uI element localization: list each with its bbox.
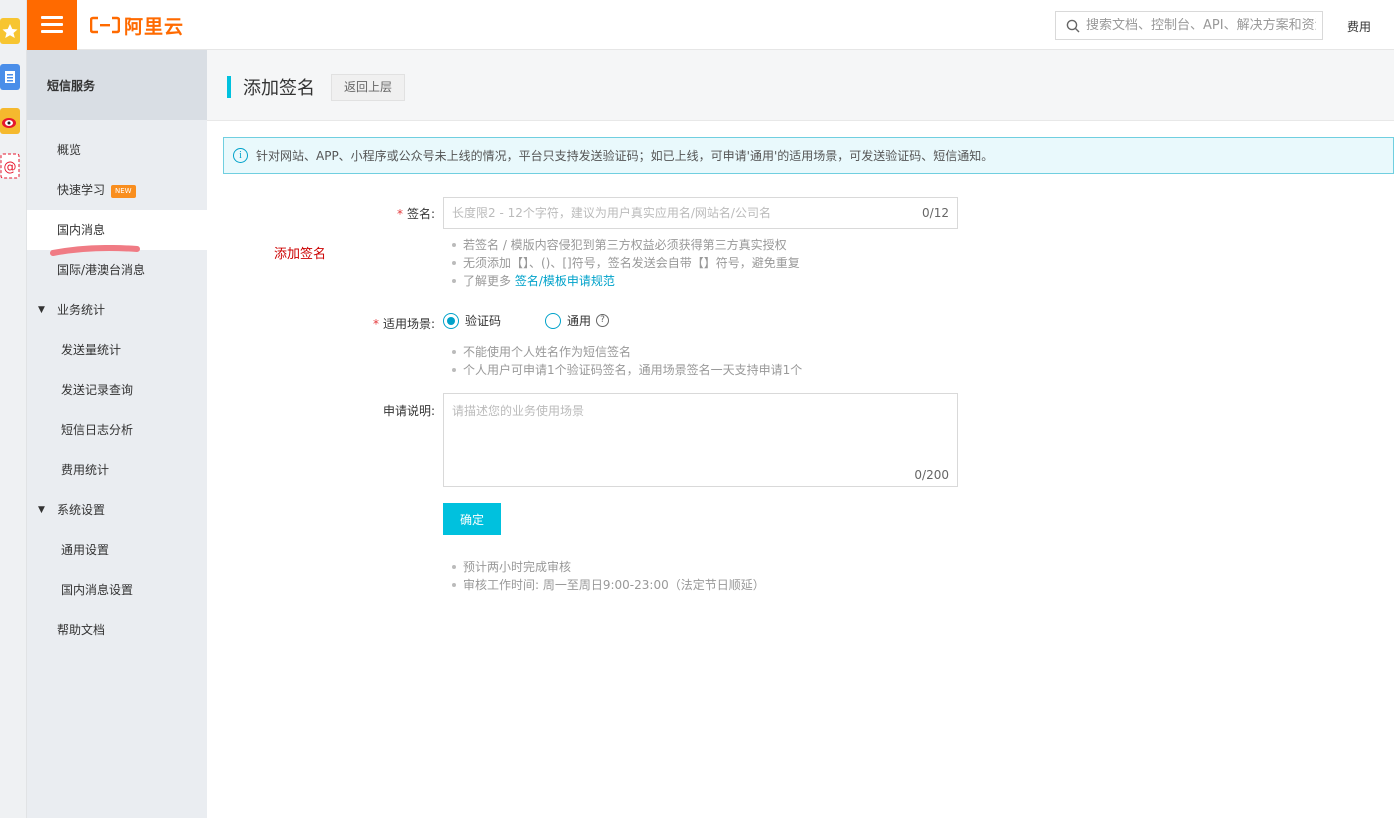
sidebar-item-help-docs[interactable]: 帮助文档	[27, 610, 207, 650]
weibo-icon[interactable]	[0, 108, 20, 134]
sidebar-item-domestic-messages[interactable]: 国内消息	[27, 210, 207, 256]
signature-field[interactable]: 0/12	[443, 197, 958, 229]
back-button[interactable]: 返回上层	[331, 74, 406, 101]
sidebar: 短信服务 概览 快速学习 NEW 国内消息 国际/港澳台消息 ▼ 业务统计 发送量统…	[27, 50, 207, 818]
fee-menu[interactable]: 费用	[1347, 18, 1371, 35]
page-header: 添加签名 返回上层	[207, 50, 1394, 121]
description-counter: 0/200	[914, 468, 949, 482]
signature-tips: 若签名 / 模版内容侵犯到第三方权益必须获得第三方真实授权 无须添加【】、()、…	[450, 236, 800, 290]
sidebar-item-label: 发送量统计	[61, 343, 122, 357]
email-icon[interactable]: @	[0, 153, 20, 179]
caret-down-icon: ▼	[38, 505, 45, 515]
confirm-button[interactable]: 确定	[443, 503, 501, 535]
sidebar-item-international-messages[interactable]: 国际/港澳台消息	[27, 250, 207, 290]
sidebar-item-label: 发送记录查询	[61, 383, 134, 397]
sidebar-group-system-settings[interactable]: ▼ 系统设置	[27, 490, 207, 530]
sidebar-item-send-volume[interactable]: 发送量统计	[27, 330, 207, 370]
sidebar-title: 短信服务	[27, 50, 207, 120]
logo-text: 阿里云	[124, 15, 185, 38]
required-mark: *	[396, 207, 403, 221]
aliyun-logo-icon	[90, 16, 120, 34]
tip-item: 个人用户可申请1个验证码签名，通用场景签名一天支持申请1个	[450, 361, 802, 379]
sidebar-item-quick-learn[interactable]: 快速学习 NEW	[27, 170, 207, 210]
description-field[interactable]: 0/200	[443, 393, 958, 487]
info-icon: i	[233, 148, 248, 163]
star-icon[interactable]	[0, 18, 20, 44]
sidebar-item-domestic-settings[interactable]: 国内消息设置	[27, 570, 207, 610]
radio-label: 通用	[567, 314, 592, 328]
sidebar-item-label: 短信日志分析	[61, 423, 134, 437]
signature-spec-link[interactable]: 签名/模板申请规范	[515, 274, 615, 288]
page-title: 添加签名	[243, 78, 315, 99]
menu-icon[interactable]	[27, 0, 77, 50]
sidebar-item-label: 通用设置	[61, 543, 110, 557]
document-icon[interactable]	[0, 64, 20, 90]
sidebar-item-general-settings[interactable]: 通用设置	[27, 530, 207, 570]
handwritten-annotation: 添加签名	[274, 247, 327, 262]
tip-more-prefix: 了解更多	[463, 274, 512, 288]
description-label: 申请说明:	[382, 404, 435, 418]
scene-tips: 不能使用个人姓名作为短信签名 个人用户可申请1个验证码签名，通用场景签名一天支持…	[450, 343, 802, 379]
scene-label-text: 适用场景:	[382, 317, 435, 331]
radio-label: 验证码	[465, 314, 502, 328]
sidebar-item-label: 帮助文档	[57, 623, 106, 637]
signature-counter: 0/12	[922, 206, 949, 220]
sidebar-item-send-records[interactable]: 发送记录查询	[27, 370, 207, 410]
sidebar-item-overview[interactable]: 概览	[27, 130, 207, 170]
signature-input[interactable]	[444, 198, 957, 228]
tip-item: 不能使用个人姓名作为短信签名	[450, 343, 802, 361]
sidebar-item-label: 国际/港澳台消息	[57, 263, 146, 277]
notice-text: 针对网站、APP、小程序或公众号未上线的情况，平台只支持发送验证码；如已上线，可…	[256, 149, 994, 163]
radio-circle	[443, 312, 459, 329]
top-navbar: 阿里云 费用	[27, 0, 1394, 50]
scene-radio-general[interactable]: 通用 ?	[545, 312, 610, 329]
sidebar-item-label: 国内消息设置	[61, 583, 134, 597]
tip-item: 了解更多 签名/模板申请规范	[450, 272, 800, 290]
sidebar-item-label: 概览	[57, 143, 82, 157]
sidebar-group-label: 业务统计	[57, 303, 106, 317]
title-accent-bar	[227, 76, 231, 98]
sidebar-item-fee-stats[interactable]: 费用统计	[27, 450, 207, 490]
aliyun-logo[interactable]: 阿里云	[90, 13, 185, 38]
signature-label: * 签名:	[397, 205, 435, 222]
global-search[interactable]	[1055, 11, 1323, 40]
tip-item: 审核工作时间: 周一至周日9:00-23:00（法定节日顺延）	[450, 576, 765, 594]
main-content: 添加签名 返回上层 i 针对网站、APP、小程序或公众号未上线的情况，平台只支持…	[207, 50, 1394, 818]
review-tips: 预计两小时完成审核 审核工作时间: 周一至周日9:00-23:00（法定节日顺延…	[450, 558, 765, 594]
sidebar-item-log-analysis[interactable]: 短信日志分析	[27, 410, 207, 450]
required-mark: *	[372, 317, 379, 331]
signature-label-text: 签名:	[406, 207, 435, 221]
sidebar-item-label: 费用统计	[61, 463, 110, 477]
desktop-icon-strip: @	[0, 0, 27, 818]
tip-item: 无须添加【】、()、[]符号，签名发送会自带【】符号，避免重复	[450, 254, 800, 272]
sidebar-group-business-stats[interactable]: ▼ 业务统计	[27, 290, 207, 330]
radio-circle	[545, 312, 561, 329]
info-notice: i 针对网站、APP、小程序或公众号未上线的情况，平台只支持发送验证码；如已上线…	[223, 137, 1394, 174]
sidebar-group-label: 系统设置	[57, 503, 106, 517]
scene-radio-verification[interactable]: 验证码	[443, 312, 501, 329]
search-icon	[1066, 19, 1080, 32]
scene-label: * 适用场景:	[373, 315, 435, 332]
sidebar-item-label: 国内消息	[57, 223, 106, 237]
sidebar-item-label: 快速学习	[57, 183, 106, 197]
tip-item: 若签名 / 模版内容侵犯到第三方权益必须获得第三方真实授权	[450, 236, 800, 254]
search-input[interactable]	[1086, 18, 1316, 33]
caret-down-icon: ▼	[38, 305, 45, 315]
description-textarea[interactable]	[444, 394, 957, 486]
tip-item: 预计两小时完成审核	[450, 558, 765, 576]
help-icon[interactable]: ?	[596, 314, 610, 327]
svg-text:@: @	[4, 160, 17, 175]
new-badge: NEW	[111, 185, 136, 198]
